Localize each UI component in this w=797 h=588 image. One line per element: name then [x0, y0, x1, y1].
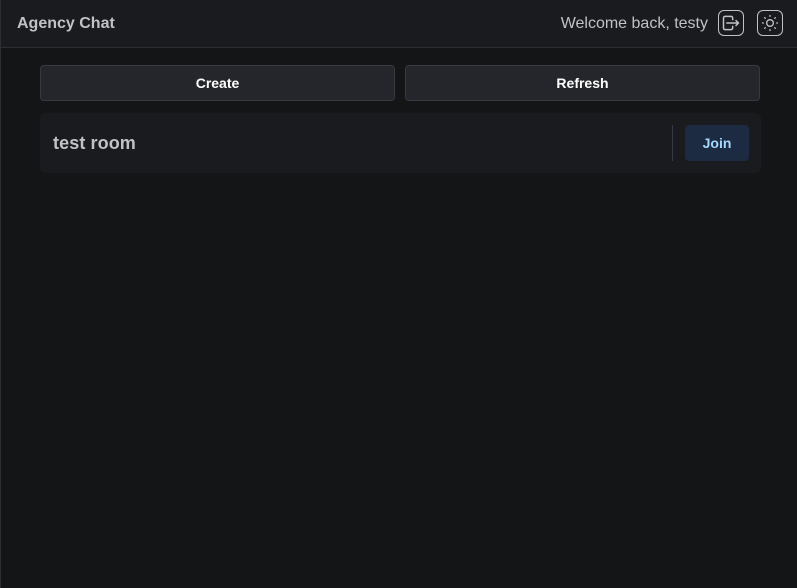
join-button[interactable]: Join [685, 125, 749, 161]
app-title: Agency Chat [17, 15, 115, 32]
divider [672, 125, 673, 161]
room-card: test room Join [40, 113, 761, 173]
app-window: Agency Chat Welcome back, testy Create R… [0, 0, 797, 588]
sun-icon [760, 13, 780, 33]
theme-toggle-button[interactable] [757, 10, 783, 36]
room-actions: Create Refresh [40, 65, 761, 101]
create-button[interactable]: Create [40, 65, 395, 101]
logout-button[interactable] [718, 10, 744, 36]
app-header: Agency Chat Welcome back, testy [1, 0, 797, 48]
logout-icon [721, 13, 741, 33]
room-name: test room [53, 133, 136, 153]
welcome-message: Welcome back, testy [560, 15, 708, 32]
refresh-button[interactable]: Refresh [405, 65, 760, 101]
